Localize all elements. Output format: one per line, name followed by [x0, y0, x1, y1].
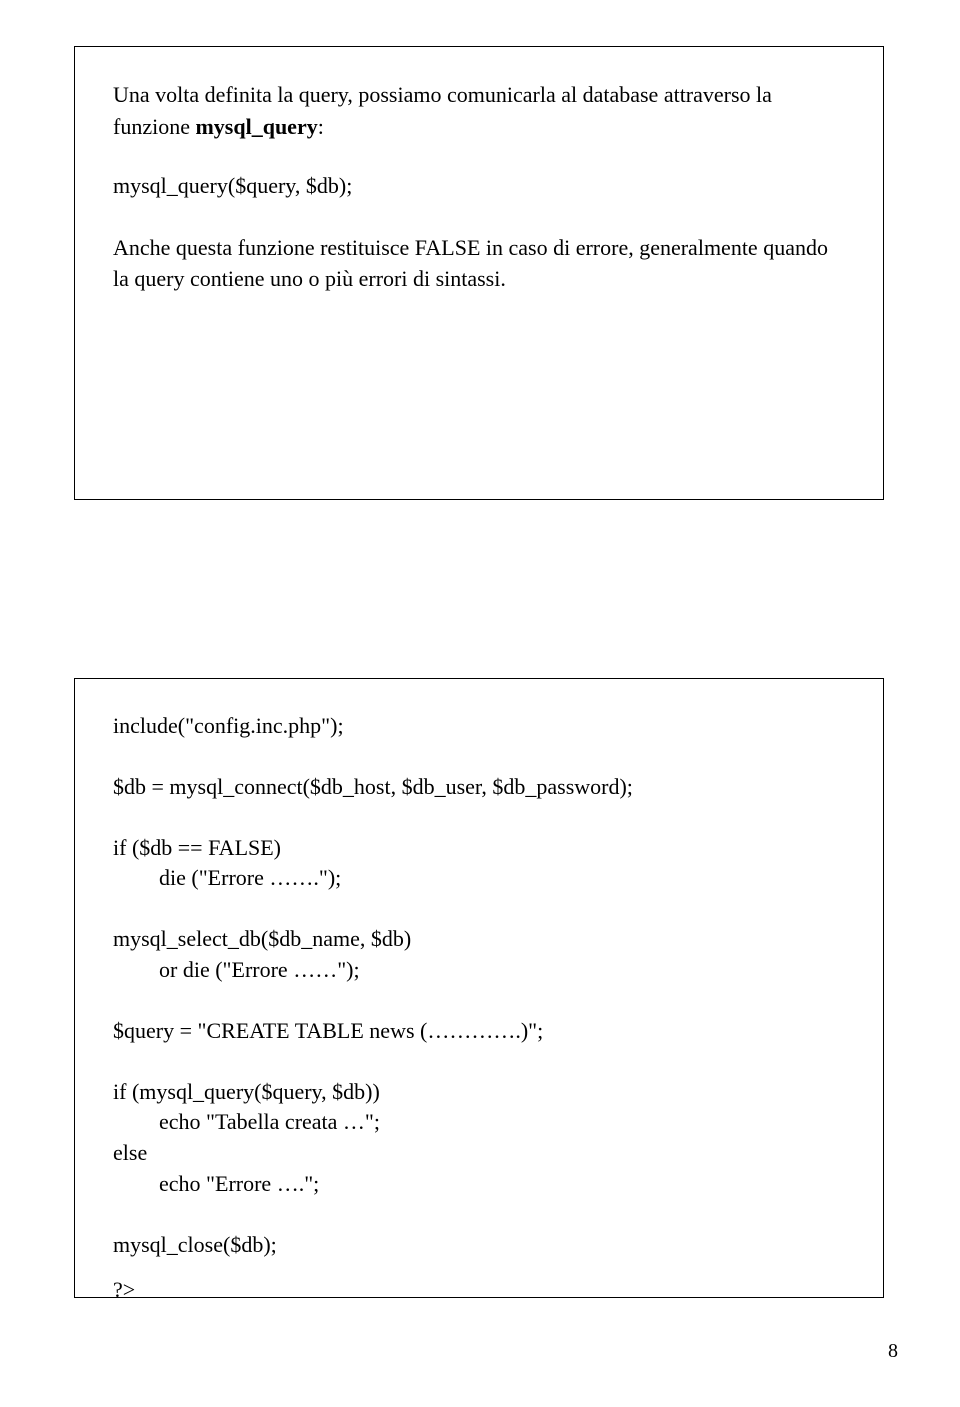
- code-line: mysql_query($query, $db);: [113, 171, 845, 202]
- code-connect: $db = mysql_connect($db_host, $db_user, …: [113, 772, 845, 803]
- code-include: include("config.inc.php");: [113, 711, 845, 742]
- page-number: 8: [888, 1340, 898, 1363]
- lower-box: include("config.inc.php"); $db = mysql_c…: [74, 678, 884, 1298]
- upper-box: Una volta definita la query, possiamo co…: [74, 46, 884, 500]
- code-end: ?>: [113, 1275, 845, 1306]
- intro-paragraph: Una volta definita la query, possiamo co…: [113, 79, 845, 143]
- code-close: mysql_close($db);: [113, 1230, 845, 1261]
- code-echo-err: echo "Errore ….";: [113, 1169, 845, 1200]
- page: Una volta definita la query, possiamo co…: [0, 0, 960, 1407]
- intro-text-c: :: [318, 114, 324, 139]
- code-if-query: if (mysql_query($query, $db)): [113, 1077, 845, 1108]
- code-else: else: [113, 1138, 845, 1169]
- code-selectdb: mysql_select_db($db_name, $db): [113, 924, 845, 955]
- code-die-1: die ("Errore …….");: [113, 863, 845, 894]
- explain-paragraph: Anche questa funzione restituisce FALSE …: [113, 232, 845, 296]
- code-echo-ok: echo "Tabella creata …";: [113, 1107, 845, 1138]
- function-name: mysql_query: [195, 114, 317, 139]
- code-die-2: or die ("Errore ……");: [113, 955, 845, 986]
- code-query: $query = "CREATE TABLE news (………….)";: [113, 1016, 845, 1047]
- code-if-db: if ($db == FALSE): [113, 833, 845, 864]
